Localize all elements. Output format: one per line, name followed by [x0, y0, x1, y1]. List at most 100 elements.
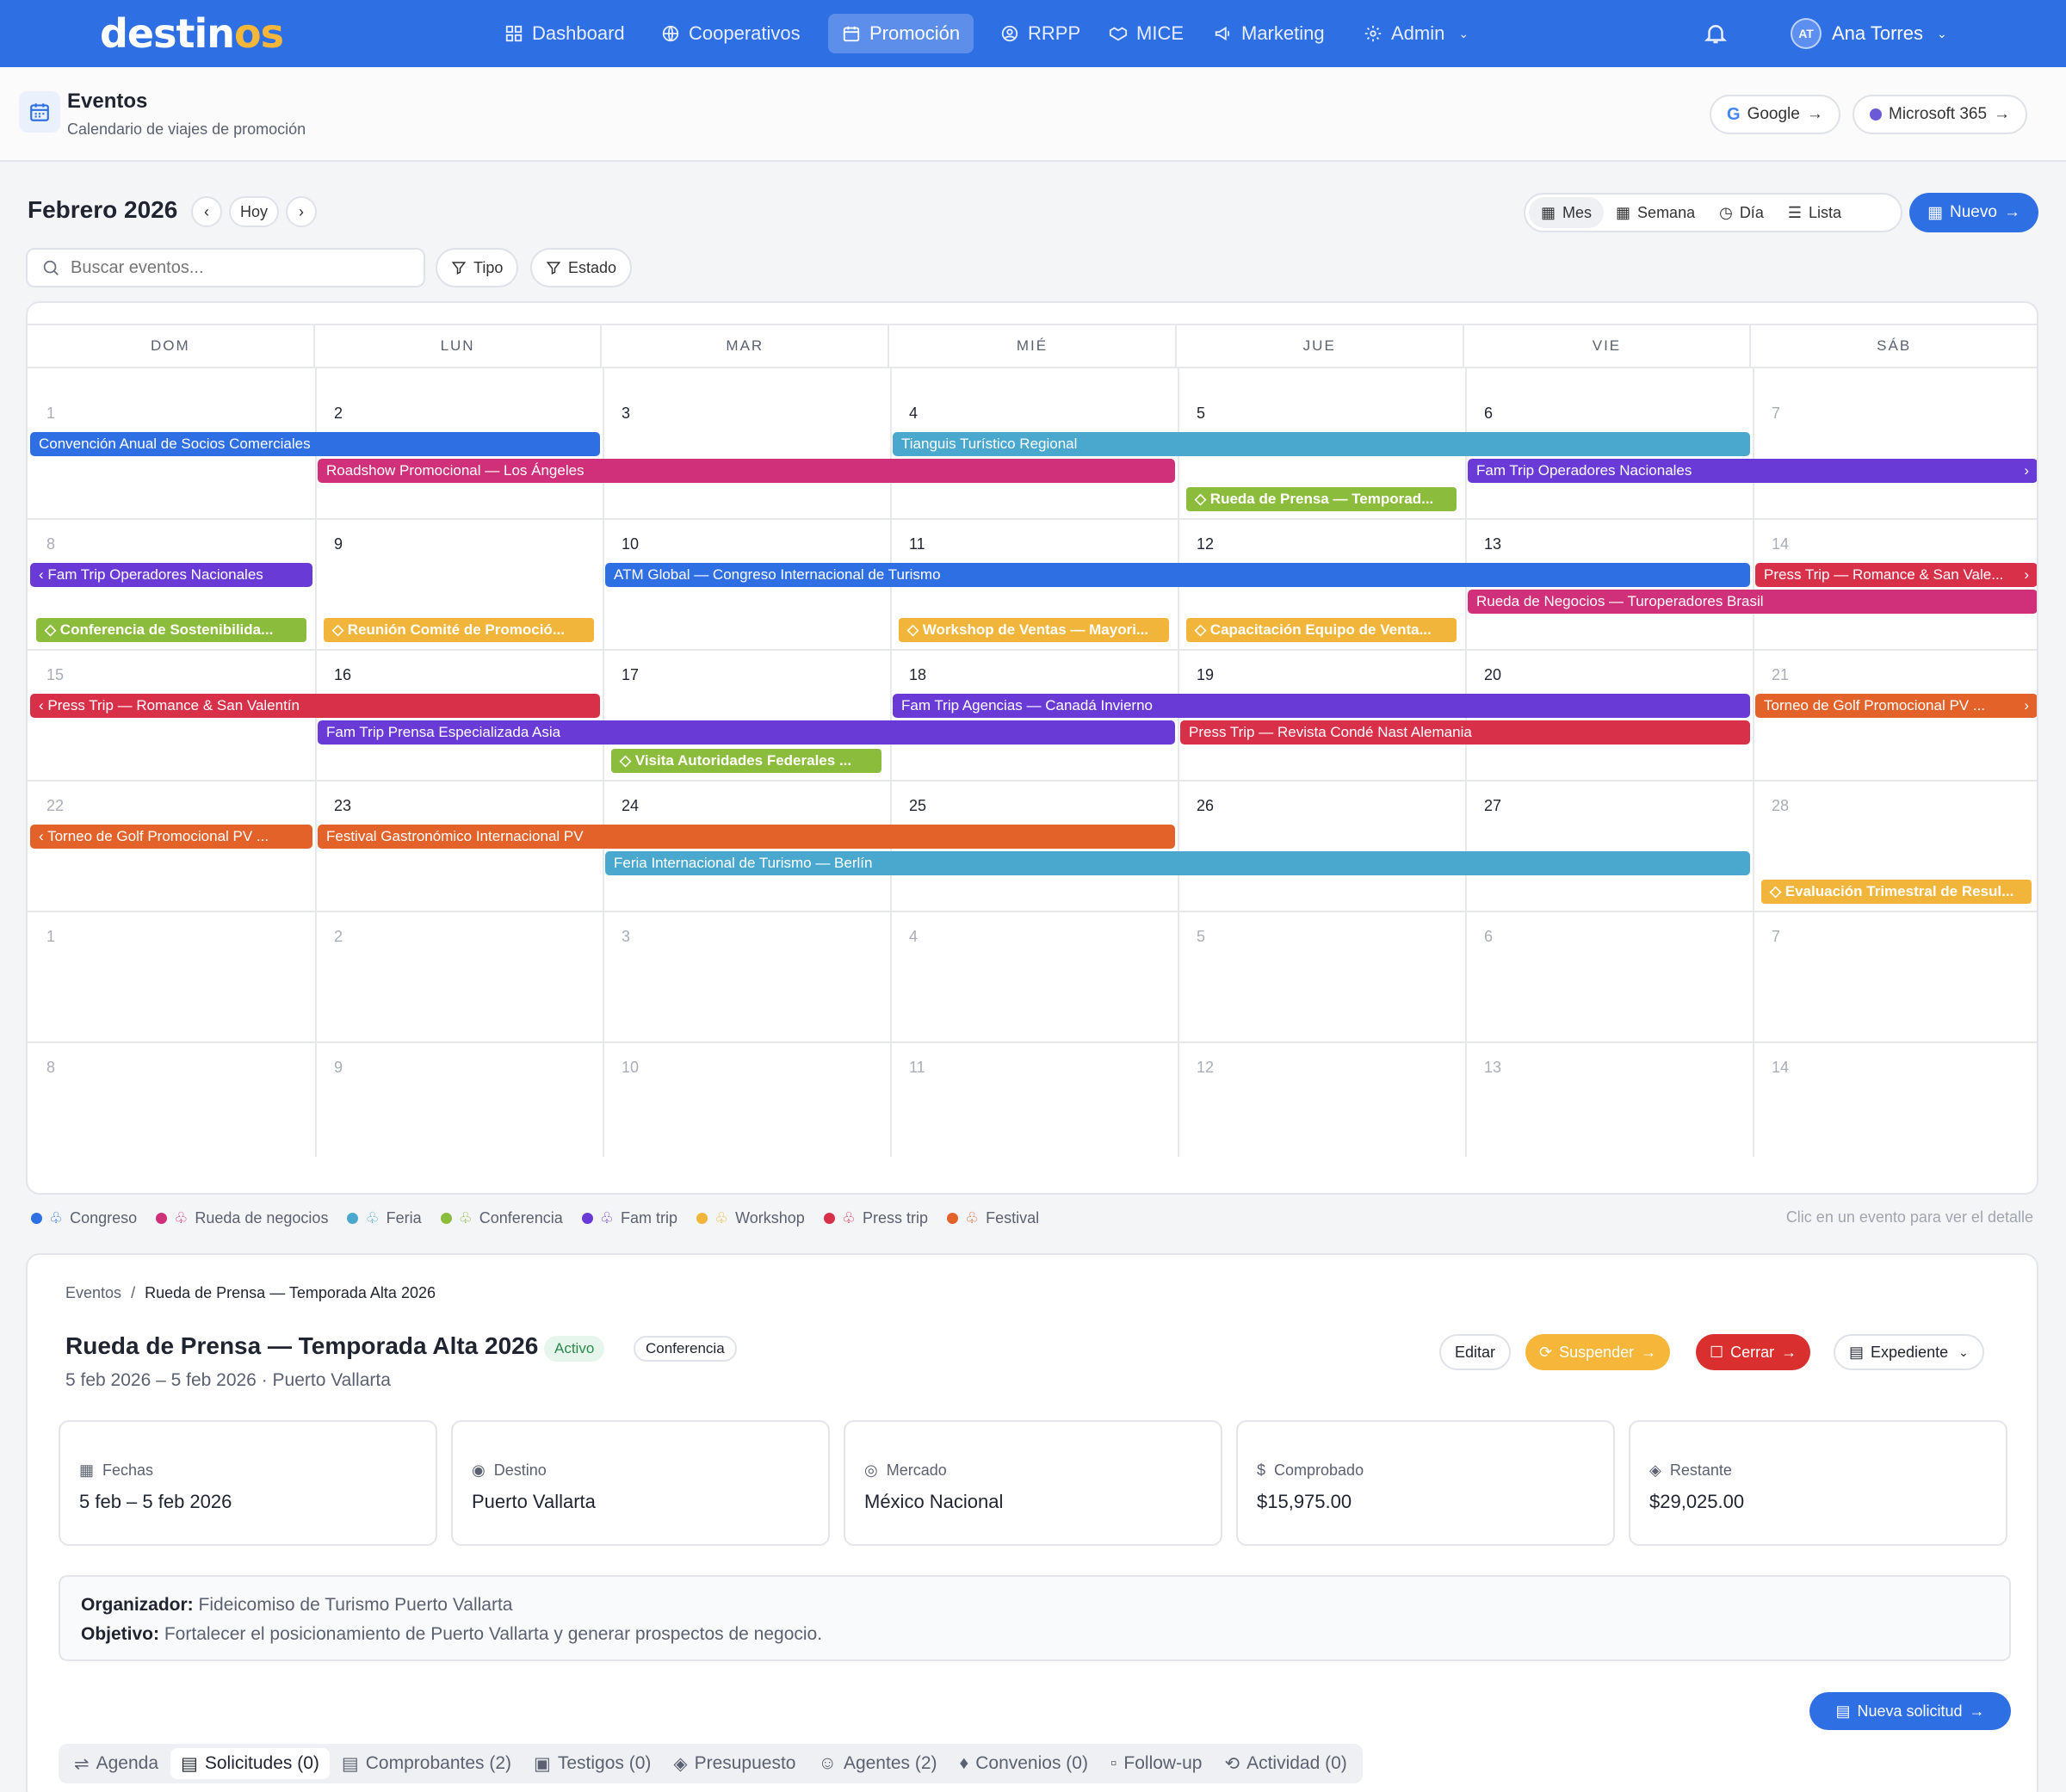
- today-button[interactable]: Hoy: [229, 196, 279, 227]
- day-number[interactable]: 11: [909, 535, 925, 553]
- nav-dashboard[interactable]: Dashboard: [491, 14, 639, 53]
- edit-button[interactable]: Editar: [1439, 1334, 1512, 1370]
- nav-promocion[interactable]: Promoción: [828, 14, 974, 53]
- tab-agenda[interactable]: ⇌ Agenda: [64, 1748, 169, 1779]
- tab-presupuesto[interactable]: ◈ Presupuesto: [663, 1748, 806, 1779]
- day-number[interactable]: 2: [334, 928, 343, 946]
- event-bar[interactable]: Fam Trip Agencias — Canadá Invierno: [893, 694, 1750, 718]
- event-bar[interactable]: ◇ Conferencia de Sostenibilida...: [36, 618, 306, 642]
- day-number[interactable]: 11: [909, 1059, 925, 1077]
- day-number[interactable]: 5: [1197, 405, 1205, 423]
- event-bar[interactable]: ◇ Workshop de Ventas — Mayori...: [899, 618, 1169, 642]
- day-number[interactable]: 3: [622, 928, 630, 946]
- day-number[interactable]: 19: [1197, 666, 1214, 684]
- nav-rrpp[interactable]: RRPP: [987, 14, 1094, 53]
- prev-month-button[interactable]: ‹: [191, 196, 222, 227]
- event-bar[interactable]: Convención Anual de Socios Comerciales: [30, 432, 600, 456]
- view-week-button[interactable]: ▦ Semana: [1604, 197, 1707, 228]
- next-month-button[interactable]: ›: [286, 196, 317, 227]
- view-list-button[interactable]: ☰ Lista: [1776, 197, 1853, 228]
- event-bar[interactable]: ◇ Rueda de Prensa — Temporad...: [1186, 487, 1457, 511]
- day-number[interactable]: 6: [1484, 928, 1493, 946]
- tab-solicitudes[interactable]: ▤ Solicitudes (0): [170, 1748, 330, 1779]
- day-number[interactable]: 24: [622, 797, 639, 815]
- day-number[interactable]: 12: [1197, 535, 1214, 553]
- day-number[interactable]: 13: [1484, 1059, 1501, 1077]
- event-bar[interactable]: Tianguis Turístico Regional: [893, 432, 1750, 456]
- user-menu[interactable]: AT Ana Torres ⌄: [1791, 17, 1947, 50]
- file-dropdown-button[interactable]: ▤ Expediente ⌄: [1834, 1334, 1984, 1370]
- type-filter-button[interactable]: Tipo: [436, 248, 519, 287]
- nav-marketing[interactable]: Marketing: [1200, 14, 1339, 53]
- new-event-button[interactable]: ▦ Nuevo →: [1909, 193, 2038, 232]
- day-number[interactable]: 21: [1772, 666, 1789, 684]
- day-number[interactable]: 16: [334, 666, 351, 684]
- event-bar[interactable]: Torneo de Golf Promocional PV ... ›: [1755, 694, 2037, 718]
- event-bar[interactable]: ◇ Evaluación Trimestral de Resul...: [1761, 880, 2032, 904]
- event-bar[interactable]: ◇ Reunión Comité de Promoció...: [324, 618, 594, 642]
- nav-admin[interactable]: Admin ⌄: [1350, 14, 1482, 53]
- event-bar[interactable]: ◇ Visita Autoridades Federales ...: [611, 749, 881, 773]
- event-bar[interactable]: Festival Gastronómico Internacional PV: [318, 825, 1175, 849]
- day-number[interactable]: 8: [46, 1059, 55, 1077]
- day-number[interactable]: 7: [1772, 405, 1780, 423]
- day-number[interactable]: 20: [1484, 666, 1501, 684]
- microsoft-sync-button[interactable]: Microsoft 365 →: [1853, 95, 2028, 134]
- tab-comprobantes[interactable]: ▤ Comprobantes (2): [331, 1748, 522, 1779]
- event-bar[interactable]: Roadshow Promocional — Los Ángeles: [318, 459, 1175, 483]
- day-number[interactable]: 1: [46, 405, 55, 423]
- bell-icon[interactable]: [1703, 21, 1729, 46]
- nav-mice[interactable]: MICE: [1095, 14, 1197, 53]
- breadcrumb-root[interactable]: Eventos: [65, 1284, 121, 1301]
- day-number[interactable]: 9: [334, 535, 343, 553]
- day-number[interactable]: 18: [909, 666, 926, 684]
- tab-follow-up[interactable]: ▫ Follow-up: [1100, 1748, 1213, 1779]
- event-bar[interactable]: ATM Global — Congreso Internacional de T…: [605, 563, 1750, 587]
- nav-cooperativos[interactable]: Cooperativos: [647, 14, 814, 53]
- day-number[interactable]: 25: [909, 797, 926, 815]
- event-bar[interactable]: Press Trip — Revista Condé Nast Alemania: [1180, 720, 1750, 745]
- view-day-button[interactable]: ◷ Día: [1707, 197, 1776, 228]
- day-number[interactable]: 17: [622, 666, 639, 684]
- app-logo[interactable]: destinos: [100, 10, 284, 57]
- tab-convenios[interactable]: ♦ Convenios (0): [949, 1748, 1098, 1779]
- day-number[interactable]: 14: [1772, 1059, 1789, 1077]
- view-month-button[interactable]: ▦ Mes: [1529, 197, 1605, 228]
- event-bar[interactable]: ‹ Fam Trip Operadores Nacionales: [30, 563, 312, 587]
- day-number[interactable]: 5: [1197, 928, 1205, 946]
- event-bar[interactable]: ‹ Torneo de Golf Promocional PV ...: [30, 825, 312, 849]
- event-bar[interactable]: Feria Internacional de Turismo — Berlín: [605, 851, 1750, 875]
- day-number[interactable]: 14: [1772, 535, 1789, 553]
- day-number[interactable]: 27: [1484, 797, 1501, 815]
- day-number[interactable]: 26: [1197, 797, 1214, 815]
- day-number[interactable]: 4: [909, 405, 918, 423]
- suspend-button[interactable]: ⟳ Suspender →: [1525, 1334, 1671, 1370]
- tab-actividad[interactable]: ⟲ Actividad (0): [1214, 1748, 1357, 1779]
- day-number[interactable]: 1: [46, 928, 55, 946]
- day-number[interactable]: 2: [334, 405, 343, 423]
- day-number[interactable]: 3: [622, 405, 630, 423]
- day-number[interactable]: 12: [1197, 1059, 1214, 1077]
- search-input[interactable]: [71, 257, 398, 278]
- event-bar[interactable]: ◇ Capacitación Equipo de Venta...: [1186, 618, 1457, 642]
- tab-testigos[interactable]: ▣ Testigos (0): [523, 1748, 661, 1779]
- new-request-button[interactable]: ▤ Nueva solicitud →: [1809, 1692, 2011, 1730]
- day-number[interactable]: 28: [1772, 797, 1789, 815]
- day-number[interactable]: 8: [46, 535, 55, 553]
- close-event-button[interactable]: ☐ Cerrar →: [1696, 1334, 1811, 1370]
- day-number[interactable]: 4: [909, 928, 918, 946]
- day-number[interactable]: 6: [1484, 405, 1493, 423]
- tab-agentes[interactable]: ☺ Agentes (2): [807, 1748, 947, 1779]
- event-bar[interactable]: Rueda de Negocios — Turoperadores Brasil: [1468, 590, 2037, 614]
- day-number[interactable]: 9: [334, 1059, 343, 1077]
- status-filter-button[interactable]: Estado: [530, 248, 633, 287]
- event-bar[interactable]: Press Trip — Romance & San Vale... ›: [1755, 563, 2037, 587]
- google-sync-button[interactable]: G Google →: [1710, 95, 1840, 134]
- day-number[interactable]: 7: [1772, 928, 1780, 946]
- event-bar[interactable]: Fam Trip Prensa Especializada Asia: [318, 720, 1175, 745]
- day-number[interactable]: 22: [46, 797, 64, 815]
- day-number[interactable]: 23: [334, 797, 351, 815]
- event-bar[interactable]: Fam Trip Operadores Nacionales ›: [1468, 459, 2037, 483]
- event-bar[interactable]: ‹ Press Trip — Romance & San Valentín: [30, 694, 600, 718]
- day-number[interactable]: 10: [622, 1059, 639, 1077]
